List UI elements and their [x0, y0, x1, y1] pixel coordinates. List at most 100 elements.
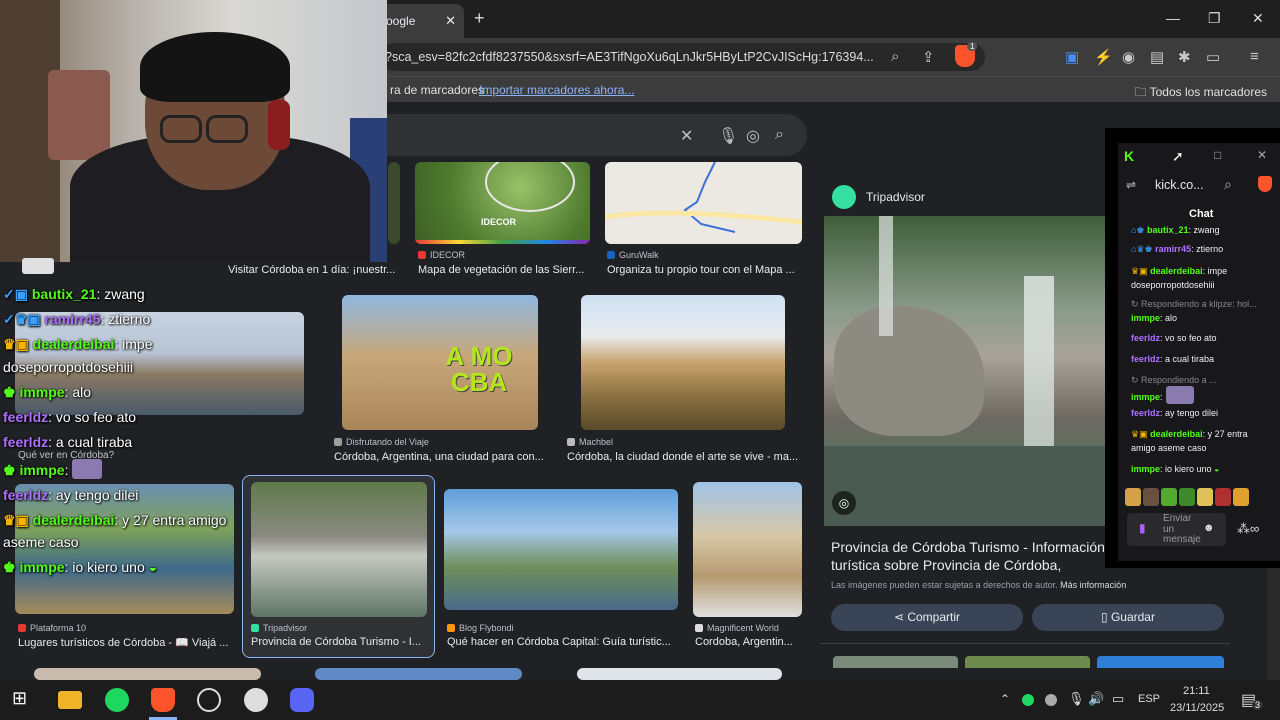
search-input[interactable]: ✕ 🎙 ◎ ⌕: [370, 114, 807, 156]
image-thumb-vegetation-map[interactable]: IDECOR: [415, 162, 590, 244]
translate-icon[interactable]: ▣: [1065, 48, 1079, 66]
result-source: IDECOR: [418, 250, 465, 260]
brave-icon[interactable]: [151, 688, 175, 712]
chat-message: feerldz: a cual tiraba: [1131, 354, 1215, 364]
result-caption[interactable]: Córdoba, Argentina, una ciudad para con.…: [334, 451, 544, 463]
more-info-link[interactable]: Más información: [1060, 580, 1126, 590]
sidebar-icon[interactable]: ▭: [1206, 48, 1220, 66]
result-source: Machbel: [567, 437, 613, 447]
windows-start-icon[interactable]: ⊞: [12, 688, 36, 712]
clock-time[interactable]: 21:11: [1183, 685, 1210, 697]
result-caption[interactable]: Qué hacer en Córdoba Capital: Guía turís…: [447, 636, 677, 648]
tray-app-icon-2[interactable]: [1045, 694, 1057, 706]
share-icon[interactable]: ⇪: [922, 48, 935, 66]
microphone-icon[interactable]: ▮: [1139, 521, 1146, 535]
clock-app-icon[interactable]: [244, 688, 268, 712]
related-thumb[interactable]: [1097, 656, 1224, 668]
all-bookmarks-label: Todos los marcadores: [1149, 85, 1267, 99]
preview-source[interactable]: Tripadvisor: [866, 190, 925, 204]
chat-settings-icon[interactable]: ⁂∞: [1237, 521, 1259, 537]
popup-url[interactable]: kick.co...: [1155, 178, 1204, 192]
zoom-icon[interactable]: ⌕: [1224, 176, 1232, 193]
result-caption[interactable]: Provincia de Córdoba Turismo - I...: [251, 636, 427, 648]
extension-ai-icon[interactable]: ⚡: [1094, 48, 1113, 66]
zoom-icon[interactable]: ⌕: [891, 48, 899, 65]
clear-search-icon[interactable]: ✕: [680, 126, 693, 146]
emote-icon: [72, 459, 103, 479]
menu-icon[interactable]: ≡: [1250, 48, 1259, 65]
share-button[interactable]: ⋖ Compartir: [831, 604, 1023, 631]
chat-input[interactable]: ▮ Enviar un mensaje ☻: [1127, 513, 1226, 546]
result-caption[interactable]: Mapa de vegetación de las Sierr...: [418, 264, 588, 276]
image-thumb-city-river[interactable]: [581, 295, 785, 430]
bookmarks-text: ra de marcadores: [390, 83, 485, 97]
tray-app-icon[interactable]: [1022, 694, 1034, 706]
result-caption[interactable]: Organiza tu propio tour con el Mapa ...: [607, 264, 802, 276]
close-window-icon[interactable]: ✕: [1252, 10, 1264, 27]
chat-message: immpe:: [1131, 386, 1271, 404]
save-button[interactable]: ▯ Guardar: [1032, 604, 1224, 631]
image-thumb-map[interactable]: [605, 162, 802, 244]
close-popup-icon[interactable]: ✕: [1257, 148, 1267, 162]
result-caption[interactable]: Visitar Córdoba en 1 día: ¡nuestr...: [228, 264, 398, 276]
related-thumb[interactable]: [965, 656, 1090, 668]
result-source: Plataforma 10: [18, 623, 86, 633]
image-thumb-church[interactable]: [693, 482, 802, 617]
result-source: GuruWalk: [607, 250, 659, 260]
brave-shield-icon[interactable]: [1258, 176, 1272, 192]
save-label: Guardar: [1110, 610, 1155, 624]
file-explorer-icon[interactable]: [58, 691, 82, 709]
image-thumb-waterfall[interactable]: [251, 482, 427, 617]
chat-message: ⌂♛♚ ramirr45: ztierno: [1131, 244, 1224, 254]
chat-title: Chat: [1189, 208, 1214, 220]
minimize-icon[interactable]: —: [1166, 10, 1180, 26]
result-caption[interactable]: Lugares turísticos de Córdoba - 📖 Viajá …: [18, 636, 233, 649]
result-caption[interactable]: Cordoba, Argentin...: [695, 636, 802, 648]
clock-date[interactable]: 23/11/2025: [1170, 702, 1224, 714]
search-icon[interactable]: ⌕: [775, 126, 784, 144]
emoji-icon[interactable]: ☻: [1203, 522, 1215, 534]
overlay-chat-line: ♛▣ dealerdeibai: y 27 entra amigo: [3, 512, 227, 528]
related-thumb[interactable]: [833, 656, 958, 668]
image-thumb[interactable]: [388, 162, 400, 244]
overlay-chat-line: ✓▣ bautix_21: zwang: [3, 286, 145, 302]
puzzle-icon[interactable]: ✱: [1178, 48, 1191, 66]
all-bookmarks-button[interactable]: 🗀 Todos los marcadores: [1134, 83, 1267, 104]
image-thumb[interactable]: [34, 668, 261, 680]
image-thumb-ferris-wheel[interactable]: [444, 489, 678, 610]
maximize-icon[interactable]: □: [1214, 148, 1221, 162]
tab-google[interactable]: oogle ✕: [380, 4, 464, 38]
site-settings-icon[interactable]: ⇌: [1126, 178, 1136, 192]
brave-shield-icon[interactable]: 1: [955, 42, 978, 67]
discord-icon[interactable]: [290, 688, 314, 712]
lens-search-icon[interactable]: ◎: [832, 491, 856, 515]
voice-search-icon[interactable]: 🎙: [718, 126, 738, 146]
emote-bar[interactable]: [1125, 488, 1273, 510]
emote-icon: [1165, 386, 1194, 404]
result-caption[interactable]: Córdoba, la ciudad donde el arte se vive…: [567, 451, 799, 463]
microphone-icon[interactable]: 🎙: [1068, 691, 1085, 707]
volume-icon[interactable]: 🔊: [1088, 691, 1104, 707]
image-thumb[interactable]: [315, 668, 522, 680]
extension-icon[interactable]: ◉: [1122, 48, 1135, 66]
close-tab-icon[interactable]: ✕: [445, 13, 456, 29]
spotify-icon[interactable]: [105, 688, 129, 712]
restore-icon[interactable]: ❐: [1208, 10, 1221, 27]
chat-message: immpe: io kiero uno ◒: [1131, 464, 1220, 474]
lens-icon[interactable]: ◎: [746, 126, 760, 146]
image-thumb-cathedral[interactable]: A MO CBA: [342, 295, 538, 430]
network-icon[interactable]: ▭: [1112, 691, 1124, 707]
preview-image[interactable]: ◎: [824, 216, 1105, 526]
overlay-chat-line: feerldz: ay tengo dilei: [3, 487, 139, 503]
chevron-up-icon[interactable]: ⌃: [1000, 692, 1010, 706]
new-tab-button[interactable]: +: [474, 8, 485, 29]
chat-message: ♛▣ dealerdeibai: y 27 entra amigo aseme …: [1131, 429, 1248, 453]
image-thumb[interactable]: [577, 668, 782, 680]
preview-title[interactable]: Provincia de Córdoba Turismo - Informaci…: [831, 538, 1106, 574]
result-thumb[interactable]: [22, 258, 54, 274]
obs-icon[interactable]: [197, 688, 221, 712]
extension-icon-2[interactable]: ▤: [1150, 48, 1164, 66]
import-bookmarks-link[interactable]: Importar marcadores ahora...: [479, 83, 634, 97]
language-indicator[interactable]: ESP: [1138, 693, 1160, 705]
overlay-chat-line: feerldz: a cual tiraba: [3, 434, 133, 450]
